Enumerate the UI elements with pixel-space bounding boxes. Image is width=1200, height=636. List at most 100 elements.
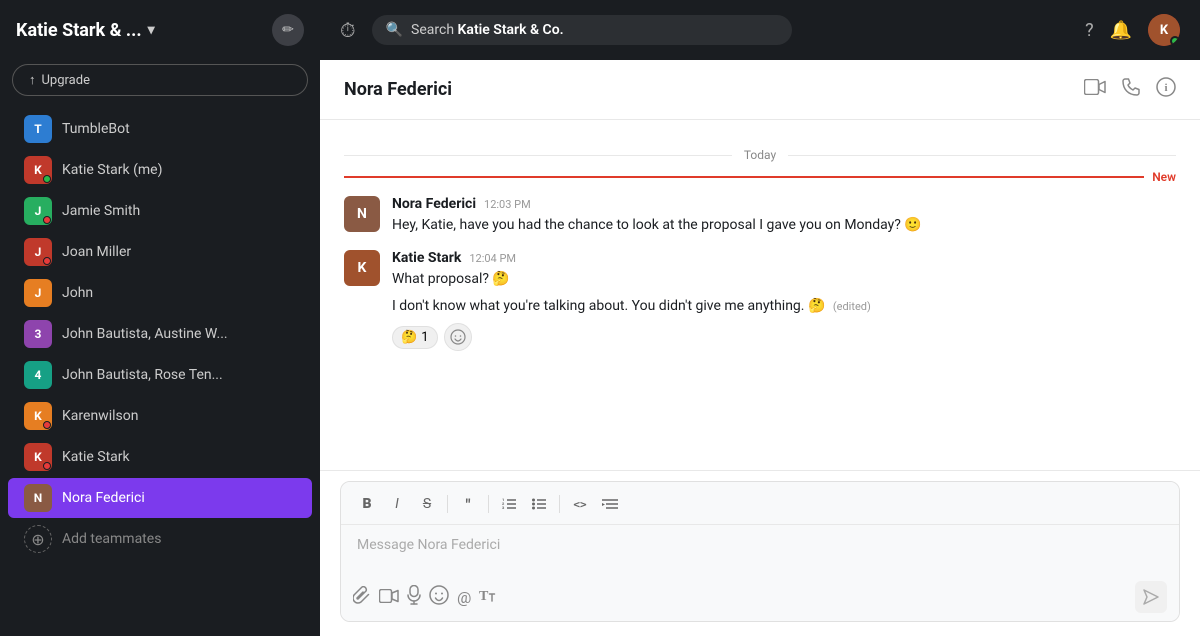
sidebar-item-john-bautista-austine[interactable]: 3John Bautista, Austine W...: [8, 314, 312, 354]
bold-button[interactable]: B: [353, 490, 381, 518]
sidebar-item-label: John Bautista, Rose Ten...: [62, 367, 223, 383]
indent-button[interactable]: [596, 490, 624, 518]
send-button[interactable]: [1135, 581, 1167, 613]
edit-workspace-button[interactable]: ✏: [272, 14, 304, 46]
message-group: N Nora Federici 12:03 PM Hey, Katie, hav…: [344, 196, 1176, 236]
upgrade-arrow-icon: ↑: [29, 72, 36, 88]
status-dot: [43, 257, 51, 265]
sidebar-item-john[interactable]: JJohn: [8, 273, 312, 313]
user-avatar[interactable]: K: [1148, 14, 1180, 46]
ordered-list-button[interactable]: 1 2 3: [495, 490, 523, 518]
toolbar-separator: [447, 495, 448, 513]
phone-call-button[interactable]: [1122, 78, 1140, 101]
avatar: 4: [24, 361, 52, 389]
message-reactions: 🤔 1: [392, 323, 1176, 351]
input-toolbar: B I S " 1 2 3: [341, 482, 1179, 525]
avatar: K: [24, 156, 52, 184]
message-input[interactable]: Message Nora Federici: [341, 525, 1179, 575]
input-bottom-icons: @ T: [353, 585, 1135, 610]
add-teammates-button[interactable]: ⊕ Add teammates: [8, 519, 312, 559]
workspace-name[interactable]: Katie Stark & ... ▾: [16, 20, 155, 41]
reaction-emoji: 🤔: [401, 330, 417, 345]
mention-button[interactable]: @: [457, 588, 471, 607]
microphone-button[interactable]: [407, 585, 421, 610]
emoji-button[interactable]: [429, 585, 449, 610]
sidebar-item-label: Katie Stark: [62, 449, 130, 465]
search-workspace: Katie Stark & Co.: [458, 22, 564, 38]
format-button[interactable]: T: [479, 586, 497, 609]
attachment-button[interactable]: [353, 586, 371, 609]
add-icon: ⊕: [24, 525, 52, 553]
toolbar-separator: [559, 495, 560, 513]
sidebar-item-label: Nora Federici: [62, 490, 145, 506]
sidebar-item-label: Joan Miller: [62, 244, 131, 260]
message-time: 12:03 PM: [484, 198, 531, 211]
video-button[interactable]: [379, 587, 399, 608]
message-meta: Nora Federici 12:03 PM: [392, 196, 1176, 212]
date-label: Today: [744, 148, 776, 162]
sidebar-item-label: John Bautista, Austine W...: [62, 326, 228, 342]
message-text: Hey, Katie, have you had the chance to l…: [392, 215, 1176, 236]
upgrade-button[interactable]: ↑ Upgrade: [12, 64, 308, 96]
italic-button[interactable]: I: [383, 490, 411, 518]
sidebar-header: Katie Stark & ... ▾ ✏: [0, 0, 320, 60]
chat-contact-name: Nora Federici: [344, 79, 1084, 100]
new-divider-line: [344, 176, 1144, 178]
message-text: What proposal? 🤔: [392, 269, 1176, 290]
status-dot: [43, 421, 51, 429]
quote-button[interactable]: ": [454, 490, 482, 518]
sidebar-item-john-bautista-rose[interactable]: 4 John Bautista, Rose Ten...: [8, 355, 312, 395]
input-box: B I S " 1 2 3: [340, 481, 1180, 622]
message-avatar: K: [344, 250, 380, 286]
sidebar-item-katie-stark-me[interactable]: K Katie Stark (me): [8, 150, 312, 190]
workspace-chevron-icon: ▾: [148, 22, 155, 38]
strikethrough-button[interactable]: S: [413, 490, 441, 518]
avatar: N: [24, 484, 52, 512]
message-group: K Katie Stark 12:04 PM What proposal? 🤔 …: [344, 250, 1176, 351]
avatar: J: [24, 197, 52, 225]
new-message-divider: New: [344, 170, 1176, 184]
avatar: J: [24, 238, 52, 266]
message-edited: (edited): [833, 300, 871, 313]
notification-button[interactable]: 🔔: [1110, 20, 1132, 41]
message-input-area: B I S " 1 2 3: [320, 470, 1200, 636]
main-area: ⏱ 🔍 Search Katie Stark & Co. ? 🔔 K Nora …: [320, 0, 1200, 636]
status-dot: [43, 175, 51, 183]
sidebar-item-katie-stark[interactable]: KKatie Stark: [8, 437, 312, 477]
svg-text:T: T: [479, 589, 489, 604]
reaction-count: 1: [421, 330, 428, 345]
sidebar-item-label: Jamie Smith: [62, 203, 140, 219]
history-button[interactable]: ⏱: [340, 18, 356, 42]
upgrade-label: Upgrade: [42, 73, 90, 88]
message-avatar: N: [344, 196, 380, 232]
video-call-button[interactable]: [1084, 79, 1106, 100]
avatar: K: [24, 402, 52, 430]
message-text-2: I don't know what you're talking about. …: [392, 296, 1176, 317]
message-author: Katie Stark: [392, 250, 461, 266]
chat-header: Nora Federici i: [320, 60, 1200, 120]
info-button[interactable]: i: [1156, 77, 1176, 102]
message-time: 12:04 PM: [469, 252, 516, 265]
chat-messages: Today New N Nora Federici 12:03 PM Hey, …: [320, 120, 1200, 470]
new-messages-label: New: [1144, 170, 1176, 184]
unordered-list-button[interactable]: [525, 490, 553, 518]
sidebar-item-karenwilson[interactable]: KKarenwilson: [8, 396, 312, 436]
sidebar-item-label: John: [62, 285, 93, 301]
help-button[interactable]: ?: [1085, 20, 1094, 41]
add-reaction-button[interactable]: [444, 323, 472, 351]
reaction-button[interactable]: 🤔 1: [392, 326, 438, 349]
search-bar[interactable]: 🔍 Search Katie Stark & Co.: [372, 15, 792, 45]
message-meta: Katie Stark 12:04 PM: [392, 250, 1176, 266]
workspace-name-text: Katie Stark & ...: [16, 20, 142, 41]
top-bar-right: ? 🔔 K: [1085, 14, 1180, 46]
message-content: Katie Stark 12:04 PM What proposal? 🤔 I …: [392, 250, 1176, 351]
code-button[interactable]: <>: [566, 490, 594, 518]
sidebar-item-tumblebot[interactable]: TTumbleBot: [8, 109, 312, 149]
user-status-dot: [1170, 36, 1180, 46]
sidebar-item-nora-federici[interactable]: N Nora Federici: [8, 478, 312, 518]
toolbar-separator: [488, 495, 489, 513]
message-content: Nora Federici 12:03 PM Hey, Katie, have …: [392, 196, 1176, 236]
sidebar-item-joan-miller[interactable]: J Joan Miller: [8, 232, 312, 272]
sidebar-item-jamie-smith[interactable]: J Jamie Smith: [8, 191, 312, 231]
sidebar-item-label: Katie Stark (me): [62, 162, 162, 178]
